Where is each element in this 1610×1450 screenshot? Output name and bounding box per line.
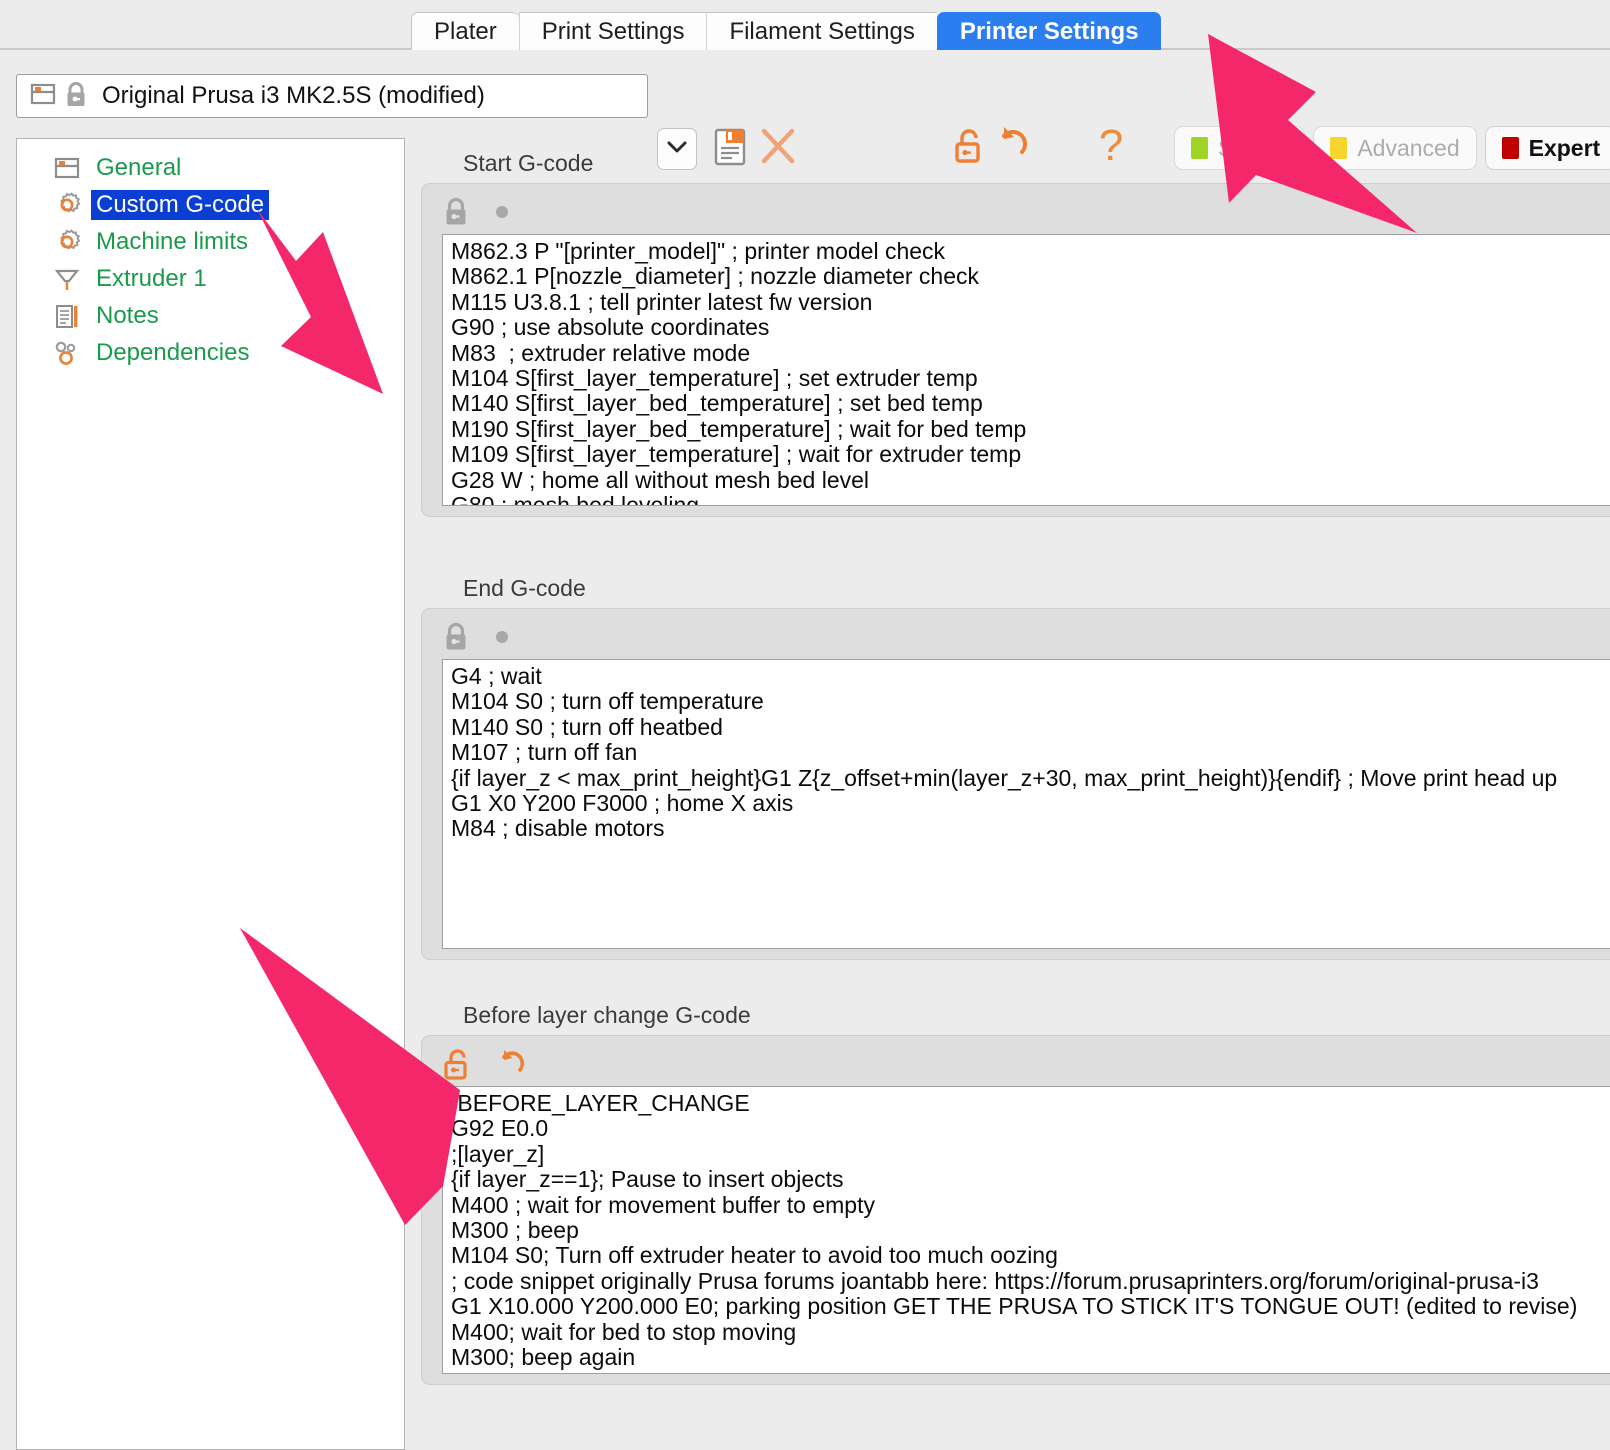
sidebar-item-notes[interactable]: Notes [17, 297, 404, 334]
sidebar-item-machine-limits[interactable]: Machine limits [17, 223, 404, 260]
printer-general-icon [53, 154, 81, 182]
code-line: M400; wait for bed to stop moving [451, 1318, 797, 1345]
code-line: M190 S[first_layer_bed_temperature] ; wa… [451, 415, 1027, 442]
tab-printer-settings[interactable]: Printer Settings [936, 12, 1161, 50]
tab-plater[interactable]: Plater [411, 12, 519, 50]
end-gcode-textarea[interactable]: G4 ; wait M104 S0 ; turn off temperature… [442, 659, 1610, 949]
code-line: M84 ; disable motors [451, 815, 665, 842]
sidebar-item-custom-gcode-label: Custom G-code [91, 189, 270, 220]
section-end-gcode: End G-code G4 ; wait M104 S0 ; turn off … [421, 575, 1610, 960]
code-line: M140 S[first_layer_bed_temperature] ; se… [451, 390, 983, 417]
code-line: M300 ; beep [451, 1217, 579, 1244]
code-line: G28 W ; home all without mesh bed level [451, 466, 870, 493]
dot-icon[interactable] [492, 627, 512, 652]
locked-preset-icon [63, 80, 89, 113]
code-line: G1 X0 Y200 F3000 ; home X axis [451, 790, 794, 817]
preset-toolbar: Original Prusa i3 MK2.5S (modified) ? Si… [0, 52, 1610, 170]
unlock-icon[interactable] [442, 1047, 472, 1086]
preset-combobox[interactable]: Original Prusa i3 MK2.5S (modified) [16, 74, 648, 118]
tab-filament-settings[interactable]: Filament Settings [706, 12, 937, 50]
start-gcode-group: M862.3 P "[printer_model]" ; printer mod… [421, 183, 1610, 517]
before-layer-change-textarea[interactable]: ;BEFORE_LAYER_CHANGE G92 E0.0 ;[layer_z]… [442, 1086, 1610, 1374]
sidebar-item-extruder-1[interactable]: Extruder 1 [17, 260, 404, 297]
sidebar-item-dependencies[interactable]: Dependencies [17, 334, 404, 371]
tab-print-settings-label: Print Settings [541, 17, 685, 45]
code-line: M140 S0 ; turn off heatbed [451, 713, 723, 740]
locked-icon[interactable] [442, 621, 470, 658]
section-before-layer-change-gcode: Before layer change G-code ;BEFORE_LAYER… [421, 1002, 1610, 1385]
tab-strip: Plater Print Settings Filament Settings … [411, 12, 1161, 50]
dot-icon[interactable] [492, 202, 512, 227]
sidebar-item-custom-gcode[interactable]: Custom G-code [17, 186, 404, 223]
start-gcode-textarea[interactable]: M862.3 P "[printer_model]" ; printer mod… [442, 234, 1610, 506]
notes-icon [53, 302, 81, 330]
sidebar-item-general[interactable]: General [17, 149, 404, 186]
code-line: M862.3 P "[printer_model]" ; printer mod… [451, 238, 946, 264]
code-line: M400 ; wait for movement buffer to empty [451, 1191, 875, 1218]
code-line: G90 ; use absolute coordinates [451, 314, 770, 341]
settings-tree: General Custom G-code Machine limits Ext… [16, 138, 405, 1450]
sidebar-item-dependencies-label: Dependencies [96, 338, 250, 366]
code-line: M83 ; extruder relative mode [451, 339, 751, 366]
code-line: M107 ; turn off fan [451, 739, 638, 766]
sidebar-item-extruder-1-label: Extruder 1 [96, 264, 207, 292]
tab-print-settings[interactable]: Print Settings [518, 12, 707, 50]
preset-name: Original Prusa i3 MK2.5S (modified) [102, 82, 485, 109]
code-line: M104 S[first_layer_temperature] ; set ex… [451, 365, 978, 392]
gear-icon [53, 228, 81, 256]
before-layer-change-label: Before layer change G-code [463, 1002, 751, 1028]
code-line: ;BEFORE_LAYER_CHANGE [451, 1090, 750, 1116]
settings-content: Start G-code M862.3 P "[printer_model]" … [421, 138, 1610, 1450]
code-line: M862.1 P[nozzle_diameter] ; nozzle diame… [451, 263, 979, 290]
code-line: ; code snippet originally Prusa forums j… [451, 1267, 1539, 1294]
tab-printer-settings-label: Printer Settings [959, 17, 1139, 45]
code-line: M300; beep again [451, 1344, 636, 1371]
code-line: {if layer_z < max_print_height}G1 Z{z_of… [451, 764, 1558, 791]
code-line: G92 E0.0 [451, 1115, 549, 1142]
code-line: M115 U3.8.1 ; tell printer latest fw ver… [451, 288, 873, 315]
code-line: M109 S[first_layer_temperature] ; wait f… [451, 441, 1022, 468]
tab-bar: Plater Print Settings Filament Settings … [0, 0, 1610, 52]
sidebar-item-notes-label: Notes [96, 301, 159, 329]
start-gcode-label: Start G-code [463, 150, 594, 176]
nozzle-icon [53, 265, 81, 293]
printer-preset-icon [29, 80, 57, 113]
end-gcode-group: G4 ; wait M104 S0 ; turn off temperature… [421, 608, 1610, 960]
before-layer-change-icon-row [422, 1046, 1610, 1086]
sidebar-item-general-label: General [96, 153, 182, 181]
code-line: G1 X10.000 Y200.000 E0; parking position… [451, 1293, 1578, 1320]
code-line: {if layer_z==1}; Pause to insert objects [451, 1166, 844, 1193]
before-layer-change-group: ;BEFORE_LAYER_CHANGE G92 E0.0 ;[layer_z]… [421, 1035, 1610, 1385]
code-line: M601; pause print and wait for user [443, 1370, 1610, 1373]
code-line: M104 S0 ; turn off temperature [451, 688, 764, 715]
locked-icon[interactable] [442, 196, 470, 233]
end-gcode-label: End G-code [463, 575, 586, 601]
sidebar-item-machine-limits-label: Machine limits [96, 227, 249, 255]
code-line: G4 ; wait [451, 663, 542, 689]
section-start-gcode: Start G-code M862.3 P "[printer_model]" … [421, 150, 1610, 517]
end-gcode-icon-row [422, 619, 1610, 659]
revert-icon[interactable] [494, 1047, 528, 1086]
gear-icon [53, 191, 81, 219]
tab-filament-settings-label: Filament Settings [729, 17, 915, 45]
code-line: M104 S0; Turn off extruder heater to avo… [451, 1242, 1058, 1269]
start-gcode-icon-row [422, 194, 1610, 234]
tab-plater-label: Plater [434, 17, 497, 45]
code-line: G80 ; mesh bed leveling [451, 492, 700, 506]
code-line: ;[layer_z] [451, 1140, 545, 1167]
dependencies-icon [53, 339, 81, 367]
